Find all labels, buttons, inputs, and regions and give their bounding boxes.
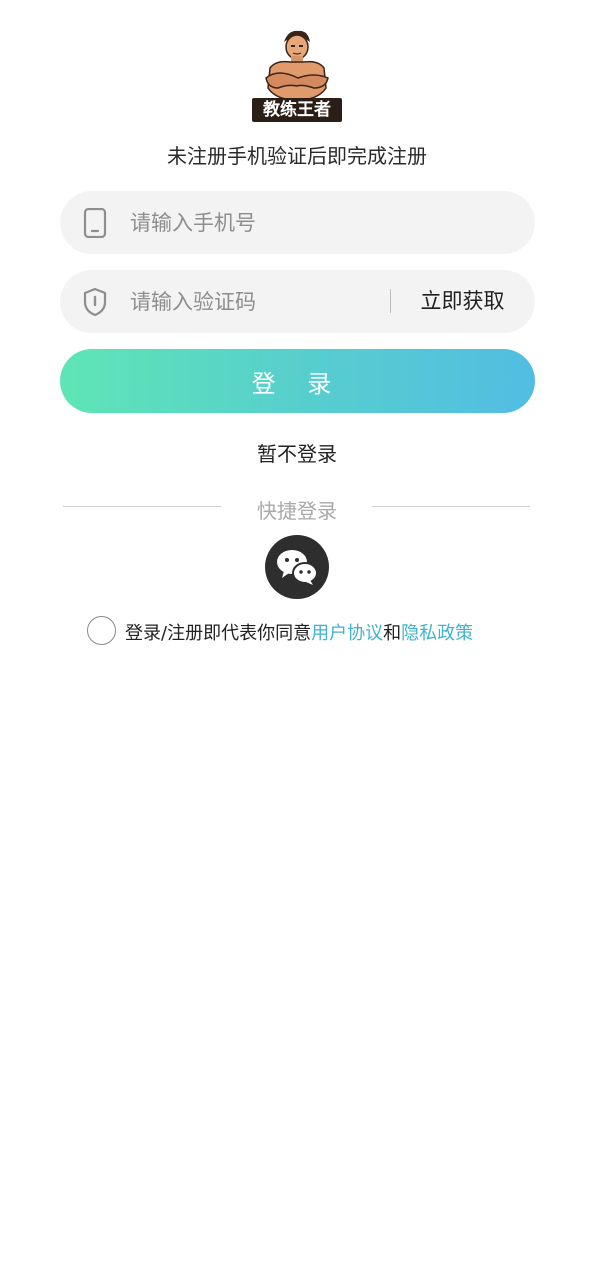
login-button[interactable]: 登 录 xyxy=(60,349,535,413)
get-code-button[interactable]: 立即获取 xyxy=(400,270,525,333)
user-agreement-link[interactable]: 用户协议 xyxy=(311,623,383,644)
field-divider xyxy=(390,289,391,313)
wechat-icon xyxy=(277,550,318,585)
shield-icon xyxy=(82,287,108,317)
wechat-login-button[interactable] xyxy=(265,535,329,599)
divider-left xyxy=(63,506,221,507)
verification-code-input[interactable] xyxy=(130,270,380,333)
logo-text: 教练王者 xyxy=(252,98,342,122)
quick-login-title: 快捷登录 xyxy=(257,499,337,523)
app-logo: 教练王者 xyxy=(252,28,342,122)
divider-right xyxy=(372,506,530,507)
skip-login-link[interactable]: 暂不登录 xyxy=(0,438,594,467)
agreement-prefix: 登录/注册即代表你同意 xyxy=(125,623,312,644)
register-hint: 未注册手机验证后即完成注册 xyxy=(167,144,427,168)
phone-icon xyxy=(82,207,108,239)
agreement-text: 登录/注册即代表你同意用户协议和隐私政策 xyxy=(125,619,473,645)
verification-code-field[interactable]: 立即获取 xyxy=(60,270,535,333)
agree-checkbox[interactable] xyxy=(87,616,116,645)
login-page: 教练王者 未注册手机验证后即完成注册 立即获取 登 录 暂不登录 快捷登录 xyxy=(0,0,594,1280)
logo-figure-icon xyxy=(265,30,329,101)
phone-input[interactable] xyxy=(130,191,380,254)
privacy-policy-link[interactable]: 隐私政策 xyxy=(401,623,473,644)
phone-field[interactable] xyxy=(60,191,535,254)
agreement-and: 和 xyxy=(383,623,402,644)
agreement-row: 登录/注册即代表你同意用户协议和隐私政策 xyxy=(87,616,527,646)
